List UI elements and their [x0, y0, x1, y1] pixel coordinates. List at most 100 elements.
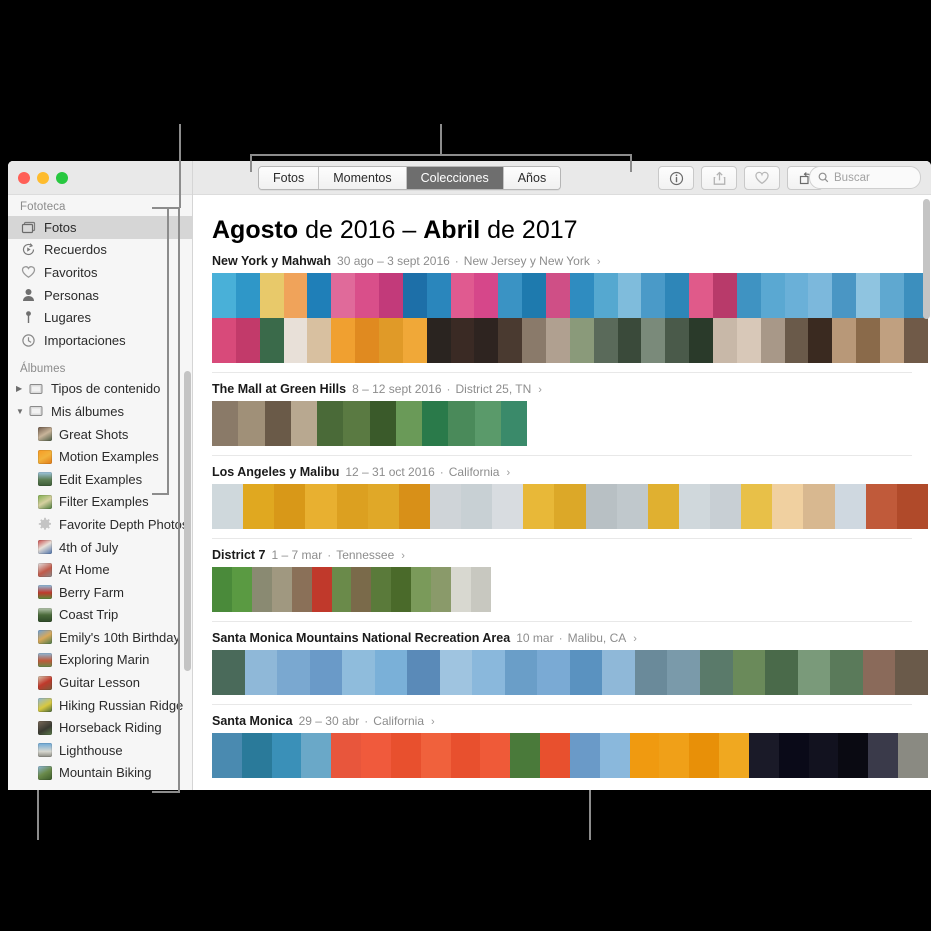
sidebar-album-motion-examples[interactable]: Motion Examples: [8, 445, 192, 468]
photo-thumbnail[interactable]: [830, 650, 863, 695]
photo-thumbnail[interactable]: [283, 273, 308, 318]
photo-thumbnail[interactable]: [523, 484, 555, 529]
favorite-button[interactable]: [744, 166, 780, 190]
photo-thumbnail[interactable]: [331, 733, 362, 778]
photo-thumbnail[interactable]: [361, 733, 391, 778]
photo-thumbnail[interactable]: [402, 318, 427, 363]
photo-thumbnail[interactable]: [450, 733, 481, 778]
share-button[interactable]: [701, 166, 737, 190]
photo-thumbnail[interactable]: [504, 650, 538, 695]
photo-thumbnail[interactable]: [803, 484, 835, 529]
photo-thumbnail[interactable]: [629, 733, 660, 778]
photo-thumbnail[interactable]: [760, 318, 785, 363]
photo-thumbnail[interactable]: [808, 318, 833, 363]
photo-thumbnail[interactable]: [379, 273, 403, 318]
photo-thumbnail[interactable]: [667, 650, 700, 695]
sidebar-album-exploring-marin[interactable]: Exploring Marin: [8, 649, 192, 672]
chevron-right-icon[interactable]: ›: [506, 467, 510, 479]
photo-thumbnail[interactable]: [355, 273, 380, 318]
photo-thumbnail[interactable]: [602, 650, 635, 695]
photo-thumbnail[interactable]: [235, 273, 260, 318]
photo-thumbnail[interactable]: [808, 733, 839, 778]
collection-header[interactable]: Los Angeles y Malibu 12 – 31 oct 2016 · Cal…: [212, 456, 931, 484]
photo-thumbnail[interactable]: [450, 318, 475, 363]
photo-thumbnail[interactable]: [451, 567, 471, 612]
sidebar-item-favoritos[interactable]: Favoritos: [8, 261, 192, 284]
photo-thumbnail[interactable]: [498, 273, 523, 318]
sidebar-album-guitar-lesson[interactable]: Guitar Lesson: [8, 671, 192, 694]
photo-thumbnail[interactable]: [212, 650, 245, 695]
sidebar-album-hiking-russian-ridge[interactable]: Hiking Russian Ridge: [8, 694, 192, 717]
photo-thumbnail[interactable]: [231, 567, 252, 612]
sidebar-item-fotos[interactable]: Fotos: [8, 216, 192, 239]
photo-strip[interactable]: [212, 567, 931, 612]
collection-header[interactable]: New York y Mahwah 30 ago – 3 sept 2016 · Ne…: [212, 245, 931, 273]
photo-thumbnail[interactable]: [593, 318, 618, 363]
photo-thumbnail[interactable]: [546, 273, 570, 318]
sidebar-album-lighthouse[interactable]: Lighthouse: [8, 739, 192, 762]
photo-thumbnail[interactable]: [212, 733, 242, 778]
photo-strip[interactable]: [212, 733, 931, 778]
photo-thumbnail[interactable]: [895, 650, 928, 695]
sidebar-item-recuerdos[interactable]: Recuerdos: [8, 239, 192, 262]
photo-thumbnail[interactable]: [305, 484, 337, 529]
chevron-right-icon[interactable]: ›: [597, 256, 601, 268]
photo-thumbnail[interactable]: [336, 484, 368, 529]
close-button[interactable]: [18, 172, 30, 184]
photo-thumbnail[interactable]: [426, 273, 451, 318]
photo-thumbnail[interactable]: [832, 273, 857, 318]
photo-thumbnail[interactable]: [808, 273, 833, 318]
collection-header[interactable]: Santa Monica Mountains National Recreati…: [212, 622, 931, 650]
photo-thumbnail[interactable]: [264, 401, 291, 446]
photo-thumbnail[interactable]: [474, 318, 499, 363]
photo-thumbnail[interactable]: [259, 273, 284, 318]
photo-thumbnail[interactable]: [241, 733, 272, 778]
photo-thumbnail[interactable]: [212, 567, 232, 612]
photo-thumbnail[interactable]: [374, 650, 408, 695]
photo-thumbnail[interactable]: [616, 484, 648, 529]
photo-thumbnail[interactable]: [311, 567, 332, 612]
photo-thumbnail[interactable]: [474, 401, 501, 446]
photo-thumbnail[interactable]: [251, 567, 272, 612]
photo-thumbnail[interactable]: [748, 733, 779, 778]
sidebar-album-great-shots[interactable]: Great Shots: [8, 423, 192, 446]
photo-thumbnail[interactable]: [865, 484, 897, 529]
photo-thumbnail[interactable]: [784, 318, 809, 363]
photo-thumbnail[interactable]: [470, 567, 491, 612]
photo-thumbnail[interactable]: [450, 273, 475, 318]
collections-scroll-area[interactable]: Agosto de 2016 – Abril de 2017 New York …: [193, 195, 931, 790]
photo-thumbnail[interactable]: [390, 733, 421, 778]
photo-thumbnail[interactable]: [599, 733, 630, 778]
photo-thumbnail[interactable]: [402, 273, 427, 318]
photo-thumbnail[interactable]: [689, 273, 714, 318]
content-scrollbar[interactable]: [923, 199, 930, 319]
photo-thumbnail[interactable]: [641, 273, 666, 318]
photo-thumbnail[interactable]: [736, 273, 761, 318]
photo-thumbnail[interactable]: [569, 273, 594, 318]
photo-thumbnail[interactable]: [283, 318, 308, 363]
photo-thumbnail[interactable]: [500, 401, 527, 446]
photo-thumbnail[interactable]: [732, 650, 766, 695]
photo-thumbnail[interactable]: [291, 567, 312, 612]
photo-thumbnail[interactable]: [736, 318, 761, 363]
collection-header[interactable]: Santa Monica 29 – 30 abr · California ›: [212, 705, 931, 733]
photo-thumbnail[interactable]: [641, 318, 666, 363]
photo-thumbnail[interactable]: [898, 733, 928, 778]
photo-thumbnail[interactable]: [369, 401, 396, 446]
search-input[interactable]: Buscar: [809, 166, 921, 189]
photo-thumbnail[interactable]: [212, 318, 236, 363]
photo-thumbnail[interactable]: [713, 318, 737, 363]
sidebar-album-coast-trip[interactable]: Coast Trip: [8, 604, 192, 627]
photo-thumbnail[interactable]: [634, 650, 668, 695]
photo-thumbnail[interactable]: [472, 650, 505, 695]
photo-thumbnail[interactable]: [391, 567, 412, 612]
photo-thumbnail[interactable]: [429, 484, 461, 529]
sidebar-item-tipos-de-contenido[interactable]: ▶ Tipos de contenido: [8, 378, 192, 401]
photo-thumbnail[interactable]: [351, 567, 372, 612]
photo-thumbnail[interactable]: [713, 273, 737, 318]
photo-thumbnail[interactable]: [665, 273, 690, 318]
photo-thumbnail[interactable]: [569, 733, 600, 778]
sidebar-scrollbar[interactable]: [184, 371, 191, 671]
photo-thumbnail[interactable]: [259, 318, 284, 363]
photo-thumbnail[interactable]: [274, 484, 306, 529]
